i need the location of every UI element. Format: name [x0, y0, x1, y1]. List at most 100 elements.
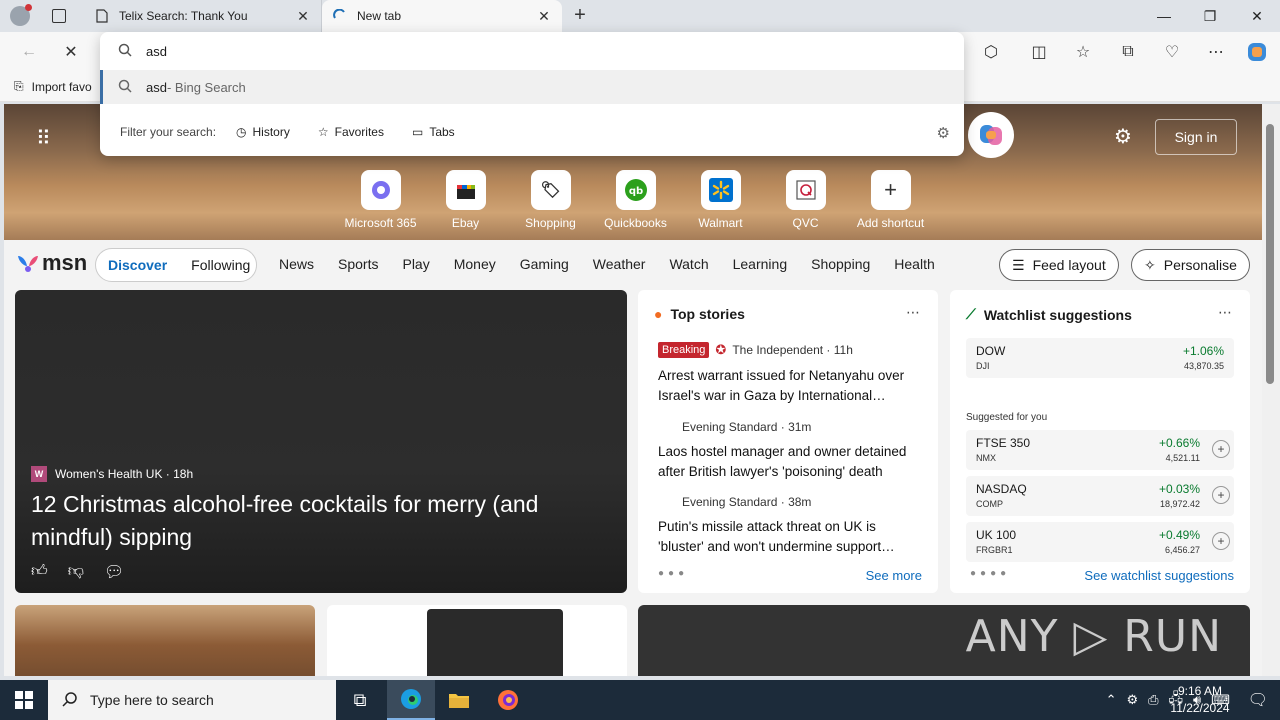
shortcut-ebay[interactable]: Ebay	[423, 170, 508, 230]
stop-loading-icon[interactable]: ✕	[56, 38, 86, 66]
independent-logo-icon: ✪	[715, 342, 727, 357]
tab-following[interactable]: Following	[179, 257, 262, 273]
comment-icon[interactable]: 💬︎	[104, 562, 124, 582]
more-options-icon[interactable]: ⋯	[1218, 304, 1232, 321]
favorites-star-icon[interactable]: ☆	[1068, 38, 1098, 66]
shortcut-quickbooks[interactable]: qb Quickbooks	[593, 170, 678, 230]
nav-item[interactable]: Watch	[669, 256, 708, 272]
address-bar[interactable]: asd	[100, 32, 964, 70]
m365-icon	[360, 170, 401, 210]
minimize-icon[interactable]: —	[1141, 0, 1187, 32]
article-headline[interactable]: 12 Christmas alcohol-free cocktails for …	[31, 488, 611, 554]
feed-layout-button[interactable]: ☰ Feed layout	[999, 249, 1119, 281]
add-to-watchlist-icon[interactable]: +	[1212, 532, 1230, 550]
address-input[interactable]: asd	[146, 44, 167, 59]
windows-start-icon[interactable]	[0, 680, 48, 720]
extensions-icon[interactable]: ⬡	[976, 38, 1006, 66]
close-window-icon[interactable]: ✕	[1234, 0, 1280, 32]
device-icon[interactable]: ⎙	[1148, 692, 1158, 708]
task-view-icon[interactable]: ⧉	[336, 680, 384, 720]
see-watchlist-link[interactable]: See watchlist suggestions	[1084, 568, 1234, 583]
nav-item[interactable]: Sports	[338, 256, 378, 272]
article-card-image[interactable]	[327, 605, 627, 676]
back-icon[interactable]: ←	[14, 38, 44, 66]
search-suggestion[interactable]: asd - Bing Search	[100, 70, 964, 104]
firefox-icon[interactable]	[484, 680, 532, 720]
thumbs-up-icon[interactable]: 👍︎	[31, 562, 48, 582]
tab-telix[interactable]: Telix Search: Thank You ✕	[84, 0, 322, 32]
article-card-image[interactable]	[15, 605, 315, 676]
split-screen-icon[interactable]: ◫	[1024, 38, 1054, 66]
see-more-link[interactable]: See more	[866, 568, 922, 583]
story-title[interactable]: Arrest warrant issued for Netanyahu over…	[658, 366, 924, 406]
article-card-image[interactable]: ANY ▷ RUN	[638, 605, 1250, 676]
browser-essentials-icon[interactable]: ♡	[1157, 38, 1187, 66]
thumbs-down-icon[interactable]: 👎︎	[68, 562, 84, 582]
import-favorites-link[interactable]: Import favo	[32, 80, 92, 94]
taskbar-search[interactable]: Type here to search	[48, 680, 336, 720]
new-tab-button[interactable]: +	[568, 4, 592, 28]
more-menu-icon[interactable]: ⋯	[1201, 38, 1231, 66]
filter-favorites[interactable]: ☆ Favorites	[318, 125, 384, 139]
stock-row[interactable]: NASDAQ COMP +0.03% 18,972.42 +	[966, 476, 1234, 516]
nav-item[interactable]: News	[279, 256, 314, 272]
nav-item[interactable]: Weather	[593, 256, 646, 272]
shortcut-walmart[interactable]: Walmart	[678, 170, 763, 230]
import-favorites-icon[interactable]: ⎘	[14, 79, 24, 94]
search-settings-gear-icon[interactable]: ⚙	[937, 124, 950, 142]
edge-taskbar-icon[interactable]	[387, 680, 435, 720]
carousel-dots[interactable]: ●●●	[658, 568, 688, 579]
copilot-icon[interactable]	[1242, 38, 1272, 66]
app-launcher-grid-icon[interactable]: ⠿	[36, 126, 52, 151]
category-nav: News Sports Play Money Gaming Weather Wa…	[279, 256, 959, 272]
msn-logo[interactable]: msn	[16, 250, 87, 276]
nav-item[interactable]: Play	[402, 256, 429, 272]
story-item[interactable]: Evening Standard · 38m Putin's missile a…	[658, 495, 924, 557]
add-to-watchlist-icon[interactable]: +	[1212, 440, 1230, 458]
story-item[interactable]: Breaking ✪ The Independent · 11h Arrest …	[658, 342, 924, 406]
nav-item[interactable]: Health	[894, 256, 934, 272]
show-hidden-icons-icon[interactable]: ⌃	[1106, 692, 1117, 708]
nav-item[interactable]: Gaming	[520, 256, 569, 272]
story-title[interactable]: Putin's missile attack threat on UK is '…	[658, 517, 924, 557]
filter-history[interactable]: ◷ History	[236, 125, 290, 139]
filter-tabs[interactable]: ▭ Tabs	[412, 125, 455, 139]
msn-butterfly-icon	[18, 256, 38, 272]
close-tab-icon[interactable]: ✕	[536, 8, 552, 25]
close-tab-icon[interactable]: ✕	[295, 8, 311, 25]
restore-icon[interactable]: ❐	[1187, 0, 1233, 32]
tab-new-tab[interactable]: New tab ✕	[322, 0, 562, 32]
page-scrollbar[interactable]	[1262, 104, 1280, 676]
copilot-search-button[interactable]	[968, 112, 1014, 158]
shortcut-shopping[interactable]: 🏷 Shopping	[508, 170, 593, 230]
profile-icon[interactable]	[10, 4, 32, 26]
tab-discover[interactable]: Discover	[96, 257, 179, 273]
taskbar-clock[interactable]: 9:16 AM 11/22/2024	[1160, 683, 1240, 717]
collections-icon[interactable]: ⧉	[1113, 38, 1143, 66]
nav-item[interactable]: Shopping	[811, 256, 870, 272]
stock-row[interactable]: DOW DJI +1.06% 43,870.35	[966, 338, 1234, 378]
nav-item[interactable]: Money	[454, 256, 496, 272]
shortcut-microsoft365[interactable]: Microsoft 365	[338, 170, 423, 230]
card-title: Watchlist suggestions	[983, 306, 1132, 323]
file-explorer-icon[interactable]	[435, 680, 483, 720]
page-settings-gear-icon[interactable]: ⚙	[1114, 124, 1132, 149]
personalise-button[interactable]: ✧ Personalise	[1131, 249, 1250, 281]
story-title[interactable]: Laos hostel manager and owner detained a…	[658, 442, 924, 482]
scrollbar-thumb[interactable]	[1266, 124, 1274, 384]
shortcut-add[interactable]: + Add shortcut	[848, 170, 933, 230]
network-app-icon[interactable]: ⚙	[1126, 692, 1138, 708]
stock-price: 43,870.35	[1183, 361, 1224, 371]
shortcut-qvc[interactable]: QVC	[763, 170, 848, 230]
notification-center-icon[interactable]: 🗨︎	[1248, 690, 1268, 710]
story-item[interactable]: Evening Standard · 31m Laos hostel manag…	[658, 420, 924, 482]
sign-in-button[interactable]: Sign in	[1155, 119, 1237, 155]
tab-actions-icon[interactable]	[52, 9, 66, 23]
stock-row[interactable]: FTSE 350 NMX +0.66% 4,521.11 +	[966, 430, 1234, 470]
carousel-dots[interactable]: ●●●●	[970, 568, 1010, 579]
add-to-watchlist-icon[interactable]: +	[1212, 486, 1230, 504]
stock-row[interactable]: UK 100 FRGBR1 +0.49% 6,456.27 +	[966, 522, 1234, 562]
more-options-icon[interactable]: ⋯	[906, 304, 920, 321]
nav-item[interactable]: Learning	[733, 256, 788, 272]
featured-article-card[interactable]: W Women's Health UK · 18h 12 Christmas a…	[15, 290, 627, 593]
